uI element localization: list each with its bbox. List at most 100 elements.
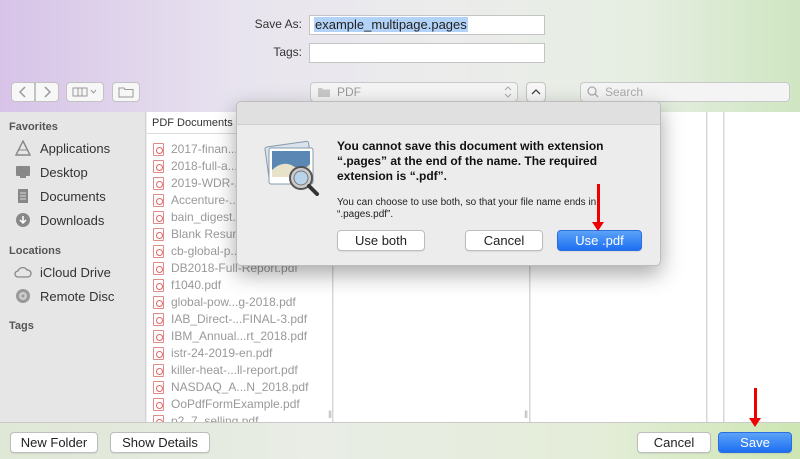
- save-as-value: example_multipage.pages: [314, 17, 468, 32]
- pdf-file-icon: [153, 142, 164, 156]
- sidebar-item-desktop[interactable]: Desktop: [14, 164, 88, 180]
- sidebar-item-applications[interactable]: Applications: [14, 140, 110, 156]
- alert-cancel-button[interactable]: Cancel: [465, 230, 543, 251]
- file-list-item[interactable]: OoPdfFormExample.pdf: [153, 396, 300, 412]
- file-name: IBM_Annual...rt_2018.pdf: [171, 329, 308, 343]
- sidebar-item-label: Applications: [40, 140, 111, 156]
- new-folder-button[interactable]: New Folder: [10, 432, 98, 453]
- column-view-icon: [72, 87, 97, 97]
- pdf-file-icon: [153, 363, 164, 377]
- pdf-file-icon: [153, 380, 164, 394]
- file-list-item[interactable]: IAB_Direct-...FINAL-3.pdf: [153, 311, 307, 327]
- tags-label: Tags:: [273, 45, 302, 59]
- sidebar-item-label: Desktop: [40, 164, 88, 180]
- updown-icon: [504, 86, 512, 98]
- file-list-item[interactable]: istr-24-2019-en.pdf: [153, 345, 272, 361]
- file-list-item[interactable]: IBM_Annual...rt_2018.pdf: [153, 328, 307, 344]
- pdf-file-icon: [153, 346, 164, 360]
- file-list-item[interactable]: 2019-WDR-...: [153, 175, 244, 191]
- file-list-item[interactable]: cb-global-p...: [153, 243, 240, 259]
- folder-icon: [318, 87, 330, 97]
- preview-app-icon: [261, 140, 323, 196]
- use-pdf-button[interactable]: Use .pdf: [557, 230, 642, 251]
- search-placeholder: Search: [605, 85, 644, 99]
- disc-icon: [14, 288, 32, 304]
- folder-icon: [118, 87, 134, 98]
- tags-heading: Tags: [9, 320, 34, 332]
- chevron-up-icon: [531, 89, 541, 95]
- sidebar-item-documents[interactable]: Documents: [14, 188, 106, 204]
- new-folder-toolbar-button[interactable]: [112, 82, 140, 102]
- file-name: NASDAQ_A...N_2018.pdf: [171, 380, 309, 394]
- file-name: killer-heat-...ll-report.pdf: [171, 363, 298, 377]
- pdf-file-icon: [153, 261, 164, 275]
- desktop-icon: [14, 164, 32, 180]
- chevron-right-icon: [44, 86, 51, 98]
- pdf-file-icon: [153, 278, 164, 292]
- sidebar-item-label: iCloud Drive: [40, 264, 111, 280]
- forward-button[interactable]: [35, 82, 59, 102]
- back-button[interactable]: [11, 82, 35, 102]
- cancel-button[interactable]: Cancel: [637, 432, 711, 453]
- expand-collapse-button[interactable]: [526, 82, 546, 102]
- sidebar-item-label: Downloads: [40, 212, 105, 228]
- pdf-file-icon: [153, 244, 164, 258]
- file-list-item[interactable]: killer-heat-...ll-report.pdf: [153, 362, 298, 378]
- file-name: IAB_Direct-...FINAL-3.pdf: [171, 312, 308, 326]
- file-list-item[interactable]: NASDAQ_A...N_2018.pdf: [153, 379, 308, 395]
- sidebar-item-downloads[interactable]: Downloads: [14, 212, 104, 228]
- tags-field[interactable]: [309, 43, 545, 63]
- sidebar-item-label: Documents: [40, 188, 106, 204]
- sheet-titlebar: [237, 102, 660, 125]
- pdf-file-icon: [153, 176, 164, 190]
- pdf-file-icon: [153, 329, 164, 343]
- file-name: global-pow...g-2018.pdf: [171, 295, 296, 309]
- pdf-file-icon: [153, 312, 164, 326]
- annotation-arrow: [592, 184, 604, 231]
- file-list-item[interactable]: global-pow...g-2018.pdf: [153, 294, 296, 310]
- browser-column-4: [708, 112, 724, 422]
- file-name: istr-24-2019-en.pdf: [171, 346, 273, 360]
- column-resize-handle[interactable]: ‖: [524, 410, 528, 421]
- search-icon: [587, 86, 599, 98]
- pdf-file-icon: [153, 210, 164, 224]
- save-as-label: Save As:: [254, 17, 302, 31]
- location-label: PDF: [337, 85, 361, 99]
- cloud-icon: [14, 264, 32, 280]
- show-details-button[interactable]: Show Details: [110, 432, 210, 453]
- annotation-arrow: [749, 388, 761, 427]
- sidebar-item-label: Remote Disc: [40, 288, 115, 304]
- file-name: 2017-finan...: [171, 142, 238, 156]
- file-name: cb-global-p...: [171, 244, 241, 258]
- save-button[interactable]: Save: [718, 432, 792, 453]
- locations-heading: Locations: [9, 245, 61, 257]
- alert-title: You cannot save this document with exten…: [337, 139, 604, 183]
- sidebar-item-icloud-drive[interactable]: iCloud Drive: [14, 264, 111, 280]
- sidebar-item-remote-disc[interactable]: Remote Disc: [14, 288, 114, 304]
- downloads-icon: [14, 212, 32, 228]
- pdf-file-icon: [153, 159, 164, 173]
- favorites-heading: Favorites: [9, 121, 58, 133]
- file-list-item[interactable]: bain_digest...: [153, 209, 242, 225]
- use-both-button[interactable]: Use both: [337, 230, 425, 251]
- file-list-item[interactable]: Accenture-...: [153, 192, 239, 208]
- column-resize-handle[interactable]: ‖: [328, 410, 332, 421]
- documents-icon: [14, 188, 32, 204]
- file-name: bain_digest...: [171, 210, 243, 224]
- location-popup[interactable]: PDF: [310, 82, 518, 102]
- search-input[interactable]: Search: [580, 82, 790, 102]
- sidebar: Favorites Applications Desktop Documents…: [0, 112, 146, 422]
- view-mode-button[interactable]: [66, 82, 104, 102]
- save-as-field[interactable]: example_multipage.pages: [309, 15, 545, 35]
- file-list-item[interactable]: 2017-finan...: [153, 141, 238, 157]
- file-list-item[interactable]: 2018-full-a...: [153, 158, 238, 174]
- file-name: 2019-WDR-...: [171, 176, 245, 190]
- applications-icon: [14, 140, 32, 156]
- file-name: Accenture-...: [171, 193, 240, 207]
- pdf-file-icon: [153, 295, 164, 309]
- chevron-left-icon: [19, 86, 26, 98]
- pdf-file-icon: [153, 397, 164, 411]
- pdf-file-icon: [153, 227, 164, 241]
- file-name: 2018-full-a...: [171, 159, 238, 173]
- file-list-item[interactable]: f1040.pdf: [153, 277, 221, 293]
